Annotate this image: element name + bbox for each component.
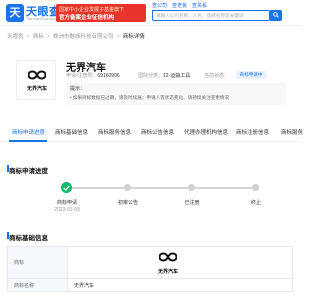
step-done-dot <box>61 182 72 193</box>
top-header: 天 天眼查 TianYanCha.com 国家中小企业发展子基金旗下 官方备案企… <box>0 0 300 26</box>
tab-announcement-info[interactable]: 商标公告信息 <box>141 128 174 136</box>
intl-class: 国际分类：12-运输工具 <box>138 72 190 79</box>
current-status-label: 当前状态： <box>204 73 230 79</box>
breadcrumb: 天眼查 > 商标 > 株洲市魅族科技有限公司 > 商标详情 <box>7 32 145 40</box>
step-pending-dot <box>124 184 131 191</box>
search-type-tabs: 查公司 查老板 查关系 <box>152 2 212 11</box>
breadcrumb-separator: > <box>116 34 120 40</box>
promo-banner[interactable]: 国家中小企业发展子基金旗下 官方备案企业征信机构 <box>56 4 146 22</box>
trademark-logo-text: 无界汽车 <box>26 86 47 92</box>
active-tab-indicator <box>9 140 47 142</box>
step-label-registered: 已注册 <box>184 200 200 206</box>
breadcrumb-current: 商标详情 <box>122 34 145 40</box>
promo-line-2: 官方备案企业征信机构 <box>59 15 115 21</box>
tab-agency-info[interactable]: 代理办理机构信息 <box>184 128 228 136</box>
table-row: 商标名称 无界汽车 <box>8 279 292 291</box>
intl-class-label: 国际分类： <box>138 73 164 79</box>
tab-service-info[interactable]: 商标服务信息 <box>98 128 131 136</box>
progress-section-title: 商标申请进度 <box>9 168 48 175</box>
trademark-logo-image: 无界汽车 <box>16 60 56 100</box>
breadcrumb-separator: > <box>46 34 50 40</box>
tab-registration-info[interactable]: 商标注册信息 <box>236 128 269 136</box>
reg-number-value: 69160906 <box>97 73 120 79</box>
intl-class-value: 12-运输工具 <box>163 73 191 79</box>
check-icon <box>63 185 70 191</box>
step-date-application: 2023-01-09 <box>54 207 80 213</box>
search-input[interactable]: 请输入公司名称、人名、品牌名称等关键词 <box>152 10 270 21</box>
breadcrumb-separator: > <box>26 34 30 40</box>
hint-title: 提示： <box>70 86 86 92</box>
detail-tabs: 商标申请进度 商标基础信息 商标服务信息 商标公告信息 代理办理机构信息 商标注… <box>0 124 303 142</box>
reg-number-label: 申请/注册号： <box>66 73 98 79</box>
basic-info-section-title: 商标基础信息 <box>9 235 48 242</box>
breadcrumb-trademark[interactable]: 商标 <box>33 34 44 40</box>
progress-track <box>66 187 258 189</box>
breadcrumb-home[interactable]: 天眼查 <box>7 34 24 40</box>
step-label-preliminary: 初审公告 <box>117 200 138 206</box>
step-pending-dot <box>188 184 195 191</box>
step-label-terminated: 终止 <box>250 200 261 206</box>
basic-info-table: 商标 无界汽车 商标名称 无界汽车 <box>7 246 293 292</box>
row-value-trademark-name: 无界汽车 <box>74 282 95 289</box>
tab-search-relation[interactable]: 查关系 <box>192 3 207 9</box>
promo-line-1: 国家中小企业发展子基金旗下 <box>59 7 125 13</box>
tab-search-boss[interactable]: 查老板 <box>172 3 187 9</box>
infinity-logo-icon <box>28 70 46 80</box>
tianyancha-logo-icon[interactable]: 天 <box>6 4 24 22</box>
row-label-trademark-name: 商标名称 <box>8 279 68 291</box>
step-label-application: 商标申请 <box>56 200 77 206</box>
hint-box: 提示： • 如果商标数据已过期，请及时续展；申请人等状态变化、请持续关注变更情况 <box>66 83 286 105</box>
status-badge: 商标申请中 <box>236 71 266 79</box>
site-logo-subtext: TianYanCha.com <box>26 16 57 21</box>
tab-application-progress[interactable]: 商标申请进度 <box>12 128 45 136</box>
infinity-logo-icon <box>159 252 177 262</box>
table-row: 商标 无界汽车 <box>8 247 292 279</box>
trademark-image[interactable]: 无界汽车 <box>148 250 188 280</box>
row-label-trademark: 商标 <box>8 247 68 278</box>
step-pending-dot <box>252 184 259 191</box>
search-button[interactable] <box>270 10 282 21</box>
tab-basic-info[interactable]: 商标基础信息 <box>55 128 88 136</box>
hint-text: • 如果商标数据已过期，请及时续展；申请人等状态变化、请持续关注变更情况 <box>70 95 230 100</box>
search-icon <box>273 12 279 18</box>
reg-number: 申请/注册号：69160906 <box>66 72 120 79</box>
trademark-image-text: 无界汽车 <box>157 269 178 275</box>
tab-trademark-service[interactable]: 商标服务 <box>281 128 303 136</box>
breadcrumb-company[interactable]: 株洲市魅族科技有限公司 <box>53 34 114 40</box>
